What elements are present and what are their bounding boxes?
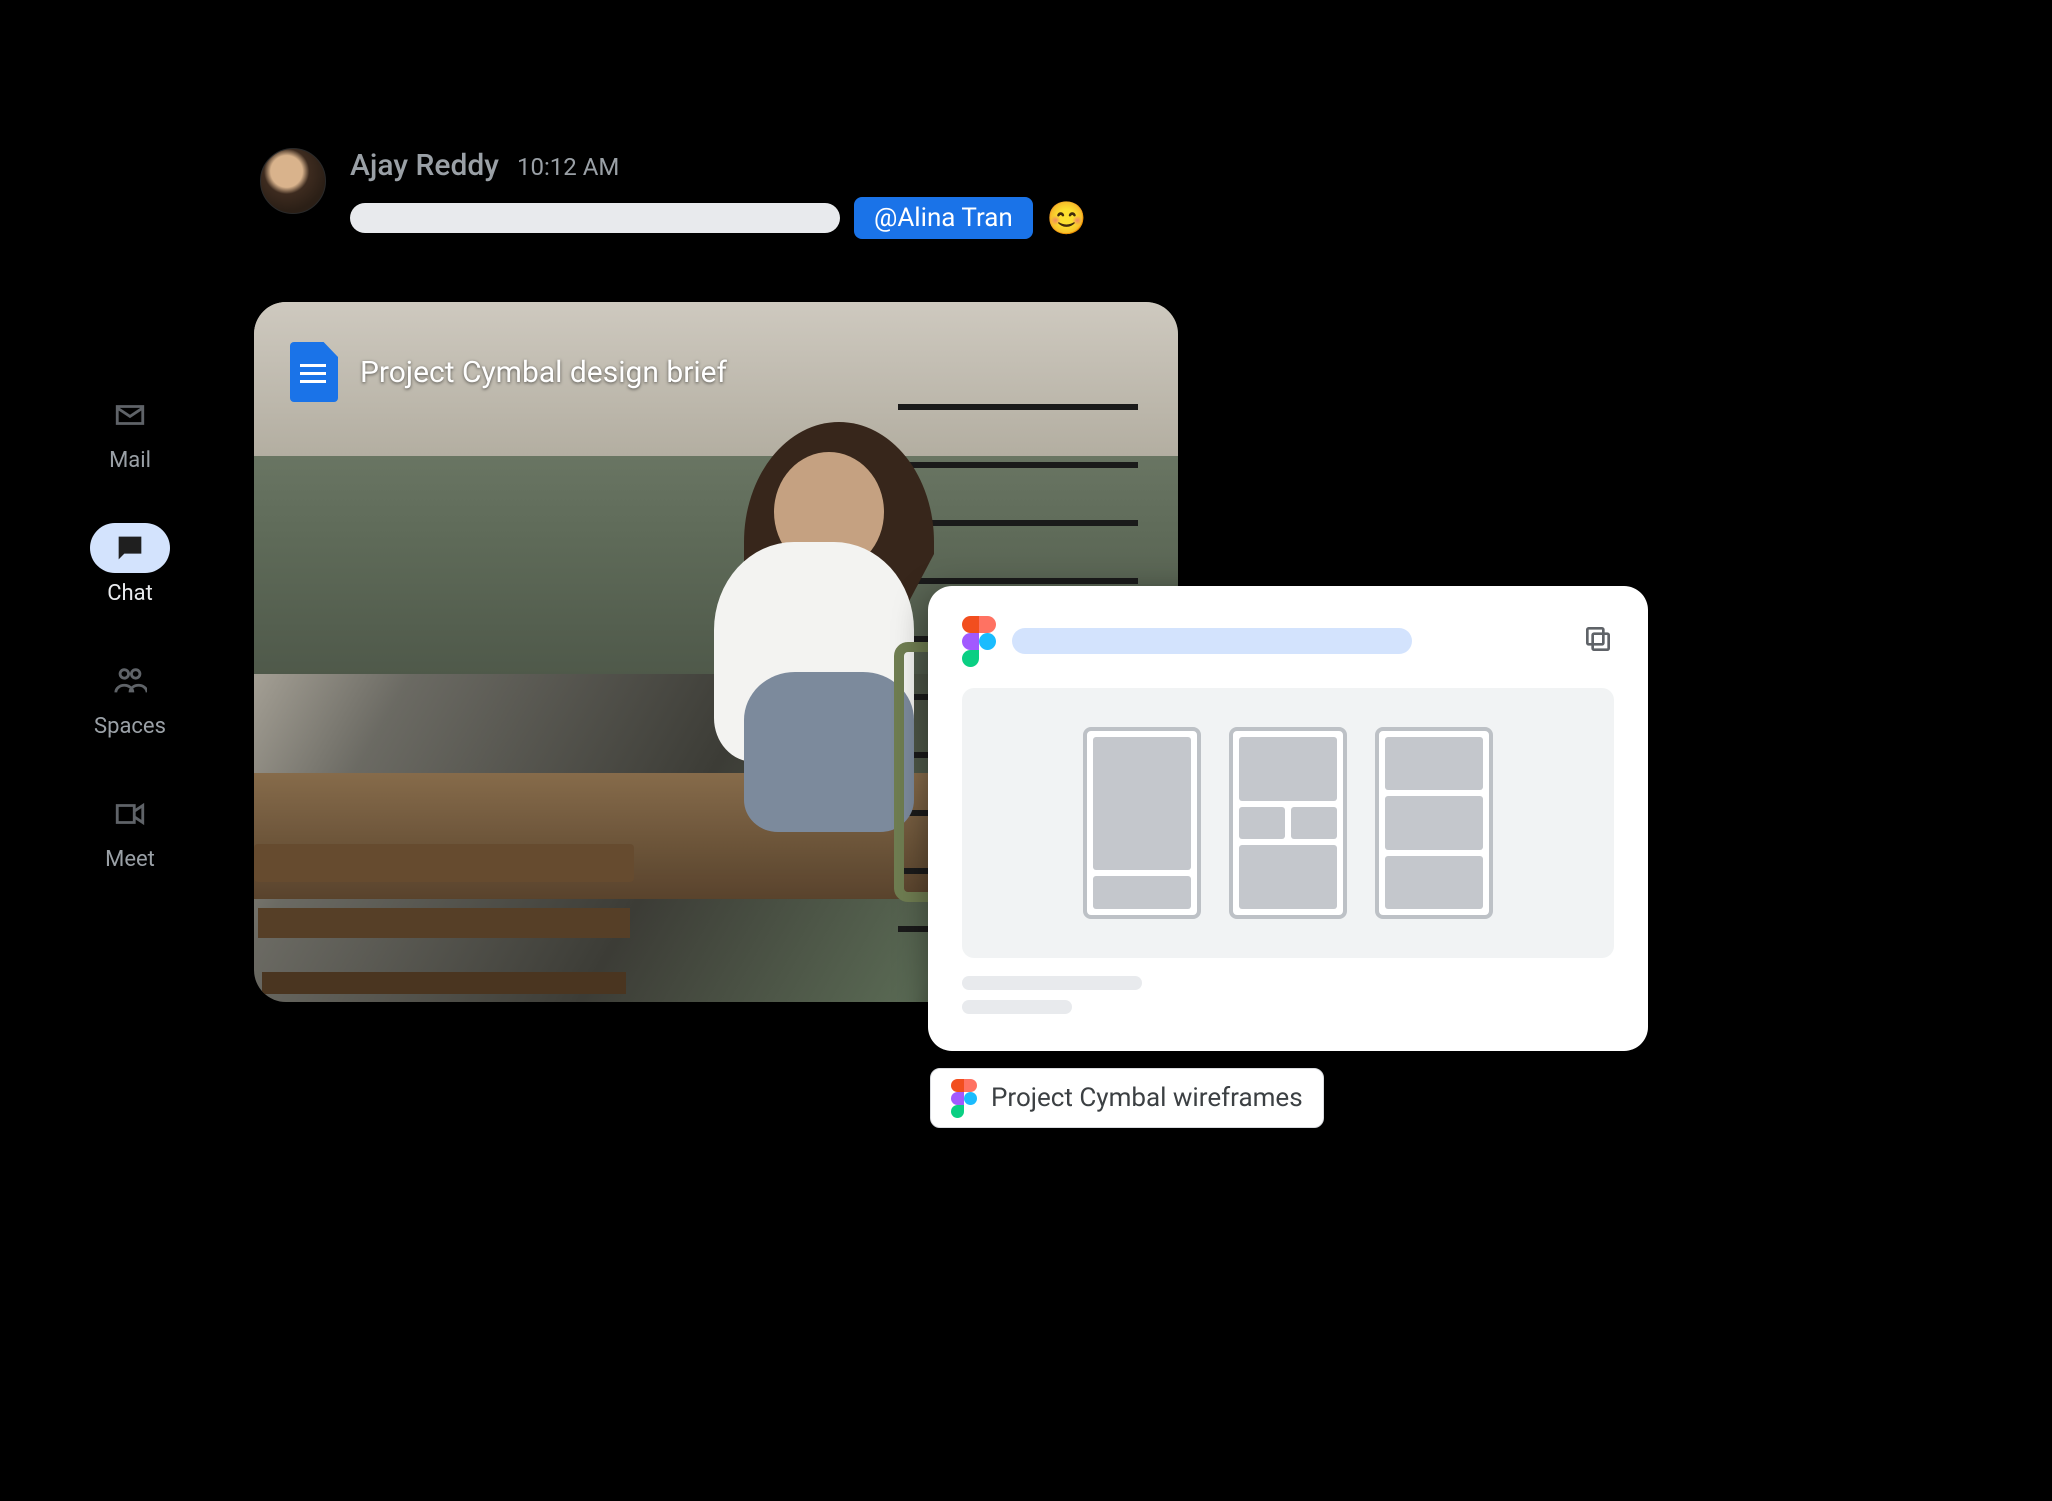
nav-item-mail[interactable]: Mail	[90, 390, 170, 473]
nav-rail: Mail Chat Spaces Meet	[90, 390, 170, 872]
wireframe-screen	[1229, 727, 1347, 919]
nav-item-spaces[interactable]: Spaces	[90, 656, 170, 739]
figma-icon	[962, 616, 996, 666]
message-timestamp: 10:12 AM	[517, 153, 619, 181]
nav-label-mail: Mail	[109, 448, 151, 473]
nav-label-chat: Chat	[107, 581, 153, 606]
mail-icon	[90, 390, 170, 440]
reaction-emoji: 😊	[1047, 199, 1087, 237]
meet-icon	[90, 789, 170, 839]
figma-wireframe-canvas	[962, 688, 1614, 958]
sender-name: Ajay Reddy	[350, 148, 499, 183]
doc-title: Project Cymbal design brief	[360, 355, 727, 390]
message-text-placeholder	[350, 203, 840, 233]
figma-meta-placeholder	[962, 976, 1614, 1014]
wireframe-screen	[1375, 727, 1493, 919]
chat-icon	[90, 523, 170, 573]
nav-item-chat[interactable]: Chat	[90, 523, 170, 606]
nav-label-spaces: Spaces	[94, 714, 166, 739]
google-docs-icon	[290, 342, 338, 402]
spaces-icon	[90, 656, 170, 706]
copy-icon[interactable]	[1582, 623, 1614, 659]
wireframe-screen	[1083, 727, 1201, 919]
nav-label-meet: Meet	[105, 847, 155, 872]
figma-chip-label: Project Cymbal wireframes	[991, 1083, 1303, 1113]
mention-chip[interactable]: @Alina Tran	[854, 197, 1033, 239]
chat-message: Ajay Reddy 10:12 AM @Alina Tran 😊	[260, 148, 1087, 239]
figma-attachment-chip[interactable]: Project Cymbal wireframes	[930, 1068, 1324, 1128]
figma-icon	[951, 1079, 977, 1117]
figma-preview-card[interactable]	[928, 586, 1648, 1051]
avatar[interactable]	[260, 148, 326, 214]
nav-item-meet[interactable]: Meet	[90, 789, 170, 872]
figma-title-placeholder	[1012, 628, 1412, 654]
